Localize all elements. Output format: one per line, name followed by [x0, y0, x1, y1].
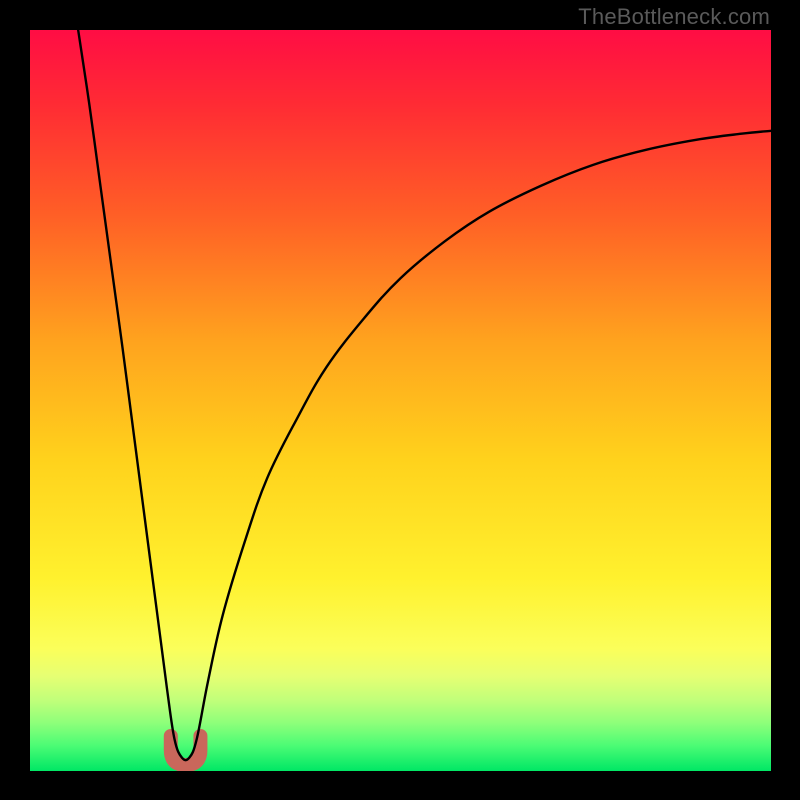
- chart-svg: [30, 30, 771, 771]
- chart-frame: TheBottleneck.com: [0, 0, 800, 800]
- plot-area: [30, 30, 771, 771]
- gradient-background: [30, 30, 771, 771]
- watermark-text: TheBottleneck.com: [578, 4, 770, 30]
